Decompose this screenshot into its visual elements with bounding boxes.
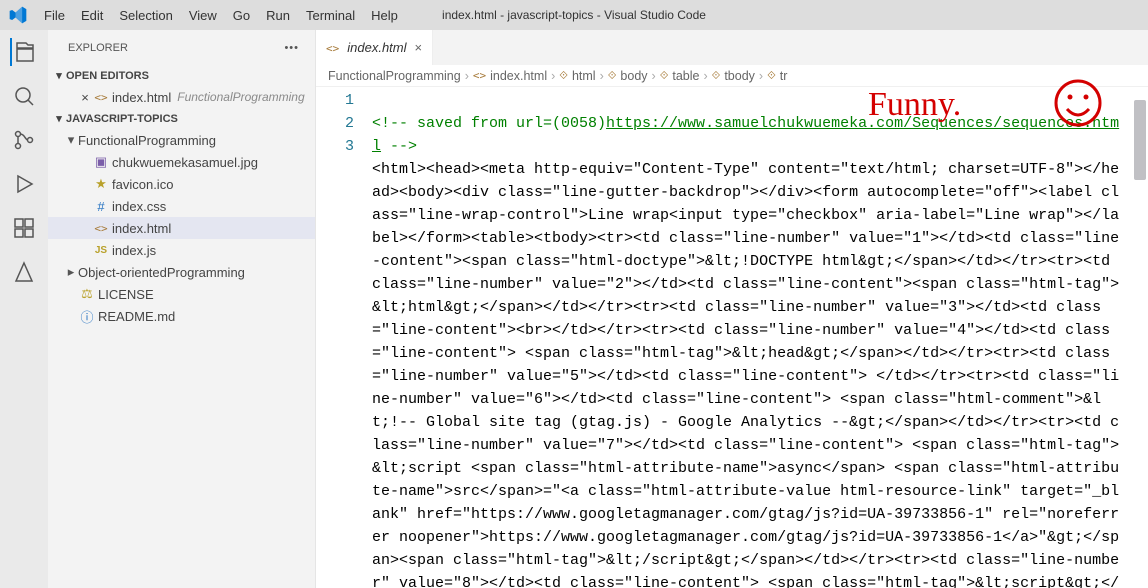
explorer-title: EXPLORER (68, 42, 128, 54)
workspace-section[interactable]: ▾ JAVASCRIPT-TOPICS (48, 108, 315, 129)
menu-view[interactable]: View (181, 8, 225, 23)
file-item[interactable]: # index.css (48, 195, 315, 217)
activity-explorer[interactable] (10, 38, 38, 66)
editor-area: <> index.html × FunctionalProgramming › … (316, 30, 1148, 588)
info-file-icon: ⓘ (78, 307, 96, 326)
window-title: index.html - javascript-topics - Visual … (442, 8, 706, 22)
html-file-icon: <> (473, 69, 486, 82)
code-editor[interactable]: 1 2 3 <!-- saved from url=(0058)https://… (316, 87, 1148, 588)
activity-source-control[interactable] (10, 126, 38, 154)
editor-tab[interactable]: <> index.html × (316, 30, 433, 65)
chevron-right-icon: › (600, 69, 604, 83)
activity-azure[interactable] (10, 258, 38, 286)
file-item[interactable]: ⚖ LICENSE (48, 283, 315, 305)
activity-bar (0, 30, 48, 588)
breadcrumbs[interactable]: FunctionalProgramming › <>index.html › ⟐… (316, 65, 1148, 87)
element-icon: ⟐ (712, 69, 721, 83)
close-icon[interactable]: × (78, 90, 92, 105)
explorer-sidebar: EXPLORER ••• ▾ OPEN EDITORS × <> index.h… (48, 30, 316, 588)
js-file-icon: JS (92, 245, 110, 256)
html-file-icon: <> (326, 40, 339, 55)
breadcrumb-item[interactable]: ⟐html (559, 69, 595, 83)
activity-run-debug[interactable] (10, 170, 38, 198)
menu-file[interactable]: File (36, 8, 73, 23)
file-item[interactable]: JS index.js (48, 239, 315, 261)
favicon-file-icon: ★ (92, 176, 110, 192)
code-content[interactable]: <!-- saved from url=(0058)https://www.sa… (372, 87, 1148, 588)
menu-help[interactable]: Help (363, 8, 406, 23)
menu-go[interactable]: Go (225, 8, 258, 23)
menu-terminal[interactable]: Terminal (298, 8, 363, 23)
activity-search[interactable] (10, 82, 38, 110)
file-item-selected[interactable]: <> index.html (48, 217, 315, 239)
chevron-right-icon: ▸ (64, 264, 78, 280)
element-icon: ⟐ (608, 69, 617, 83)
file-item[interactable]: ★ favicon.ico (48, 173, 315, 195)
chevron-down-icon: ▾ (52, 69, 66, 82)
chevron-right-icon: › (652, 69, 656, 83)
chevron-down-icon: ▾ (64, 132, 78, 148)
chevron-right-icon: › (759, 69, 763, 83)
chevron-right-icon: › (703, 69, 707, 83)
element-icon: ⟐ (559, 69, 568, 83)
editor-tabs: <> index.html × (316, 30, 1148, 65)
menu-selection[interactable]: Selection (111, 8, 180, 23)
tab-title: index.html (347, 40, 406, 55)
breadcrumb-item[interactable]: <>index.html (473, 69, 547, 83)
license-file-icon: ⚖ (78, 286, 96, 302)
folder-functionalprogramming[interactable]: ▾ FunctionalProgramming (48, 129, 315, 151)
close-icon[interactable]: × (415, 40, 423, 55)
html-file-icon: <> (92, 222, 110, 235)
folder-oop[interactable]: ▸ Object-orientedProgramming (48, 261, 315, 283)
menu-bar: File Edit Selection View Go Run Terminal… (0, 0, 1148, 30)
html-file-icon: <> (92, 91, 110, 104)
breadcrumb-item[interactable]: ⟐tr (767, 69, 787, 83)
breadcrumb-item[interactable]: ⟐body (608, 69, 648, 83)
element-icon: ⟐ (767, 69, 776, 83)
chevron-down-icon: ▾ (52, 112, 66, 125)
breadcrumb-item[interactable]: FunctionalProgramming (328, 69, 461, 83)
chevron-right-icon: › (465, 69, 469, 83)
breadcrumb-item[interactable]: ⟐table (660, 69, 700, 83)
menu-edit[interactable]: Edit (73, 8, 111, 23)
breadcrumb-item[interactable]: ⟐tbody (712, 69, 755, 83)
vertical-scrollbar[interactable] (1134, 100, 1146, 180)
element-icon: ⟐ (660, 69, 669, 83)
css-file-icon: # (92, 199, 110, 214)
menu-run[interactable]: Run (258, 8, 298, 23)
activity-extensions[interactable] (10, 214, 38, 242)
image-file-icon: ▣ (92, 154, 110, 170)
vscode-logo-icon (8, 5, 28, 25)
line-gutter: 1 2 3 (316, 87, 372, 588)
explorer-more-icon[interactable]: ••• (284, 42, 299, 54)
file-item[interactable]: ⓘ README.md (48, 305, 315, 327)
open-editors-section[interactable]: ▾ OPEN EDITORS (48, 65, 315, 86)
file-item[interactable]: ▣ chukwuemekasamuel.jpg (48, 151, 315, 173)
chevron-right-icon: › (551, 69, 555, 83)
open-editor-item[interactable]: × <> index.html FunctionalProgramming (48, 86, 315, 108)
